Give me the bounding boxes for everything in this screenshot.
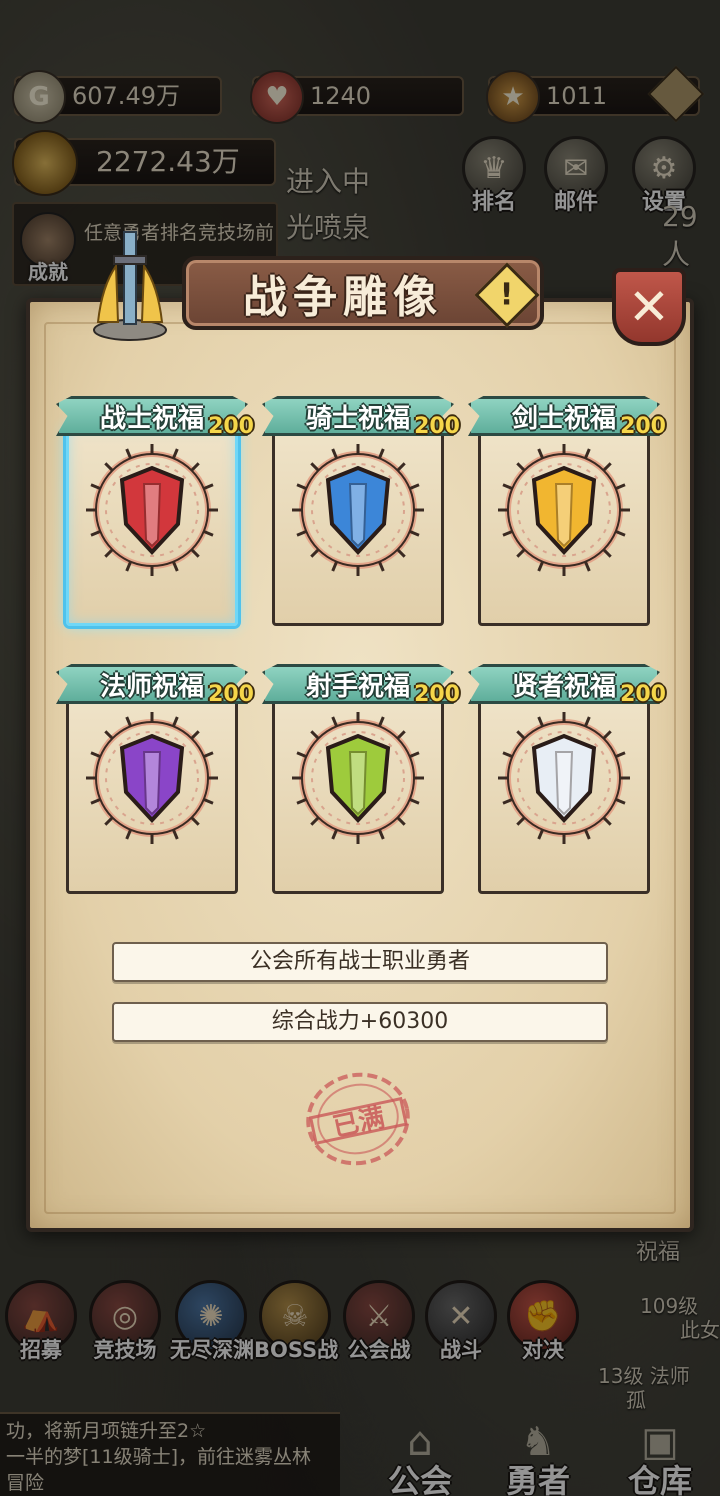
sage-white-flame-emblem-icon <box>498 712 630 844</box>
blessing-card-archer[interactable]: 射手祝福 200 <box>262 664 460 894</box>
panel-title: 战争雕像 <box>243 272 443 323</box>
blessing-description: 公会所有战士职业勇者 <box>112 942 608 982</box>
blessing-card-sage[interactable]: 贤者祝福 200 <box>468 664 666 894</box>
exclamation-icon: ! <box>500 277 514 313</box>
card-level-badge: 200 <box>620 682 666 707</box>
title-banner: 战争雕像 ! <box>182 256 544 330</box>
blessing-bonus: 综合战力+60300 <box>112 1002 608 1042</box>
blessing-card-mage[interactable]: 法师祝福 200 <box>56 664 254 894</box>
card-level-badge: 200 <box>414 682 460 707</box>
card-level-badge: 200 <box>208 414 254 439</box>
card-level-badge: 200 <box>620 414 666 439</box>
knight-helmet-emblem-icon <box>292 444 424 576</box>
blessing-card-knight[interactable]: 骑士祝福 200 <box>262 396 460 626</box>
winged-sword-emblem-icon <box>498 444 630 576</box>
warrior-shield-emblem-icon <box>86 444 218 576</box>
mage-purple-flame-emblem-icon <box>86 712 218 844</box>
card-level-badge: 200 <box>414 414 460 439</box>
blessing-card-swordsman[interactable]: 剑士祝福 200 <box>468 396 666 626</box>
statue-icon <box>93 231 167 341</box>
archer-crossbow-emblem-icon <box>292 712 424 844</box>
card-level-badge: 200 <box>208 682 254 707</box>
blessing-card-warrior[interactable]: 战士祝福 200 <box>56 396 254 626</box>
close-icon: ✕ <box>628 278 670 336</box>
close-button[interactable]: ✕ <box>612 268 686 346</box>
info-button[interactable]: ! <box>474 262 540 328</box>
